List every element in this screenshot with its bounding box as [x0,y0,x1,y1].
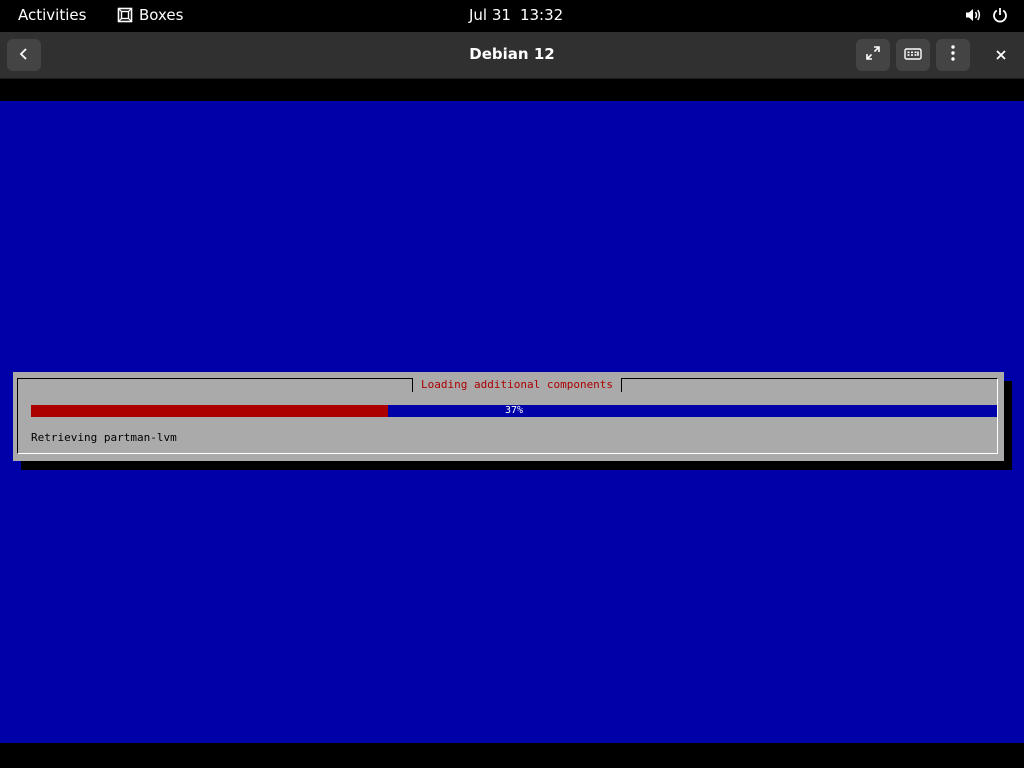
activities-button[interactable]: Activities [18,6,86,24]
fullscreen-button[interactable] [856,39,890,71]
close-button[interactable] [984,39,1018,71]
dialog-title: Loading additional components [412,378,623,392]
window-header-bar: Debian 12 [0,32,1024,79]
installer-dialog: Loading additional components 37% Retrie… [13,372,1004,461]
app-menu[interactable]: Boxes [117,6,183,24]
vm-letterbox-top [0,79,1024,101]
main-menu-button[interactable] [936,39,970,71]
kebab-menu-icon [950,44,956,66]
progress-percent: 37% [504,405,524,416]
power-icon[interactable] [992,7,1008,27]
fullscreen-icon [865,45,881,65]
progress-bar: 37% [31,405,997,417]
system-tray[interactable] [964,7,1008,27]
clock-date: Jul 31 [469,6,511,24]
dialog-frame: Loading additional components 37% Retrie… [17,378,998,454]
clock[interactable]: Jul 31 13:32 [469,6,563,24]
volume-icon[interactable] [964,7,982,27]
top-bar: Activities Boxes Jul 31 13:32 [0,0,1024,32]
clock-time: 13:32 [519,6,564,24]
status-text: Retrieving partman-lvm [31,431,177,444]
keyboard-icon [904,46,922,65]
app-menu-label: Boxes [139,6,184,24]
keyboard-button[interactable] [896,39,930,71]
vm-letterbox-bottom [0,743,1024,768]
close-icon [995,46,1007,65]
boxes-icon [117,7,133,23]
